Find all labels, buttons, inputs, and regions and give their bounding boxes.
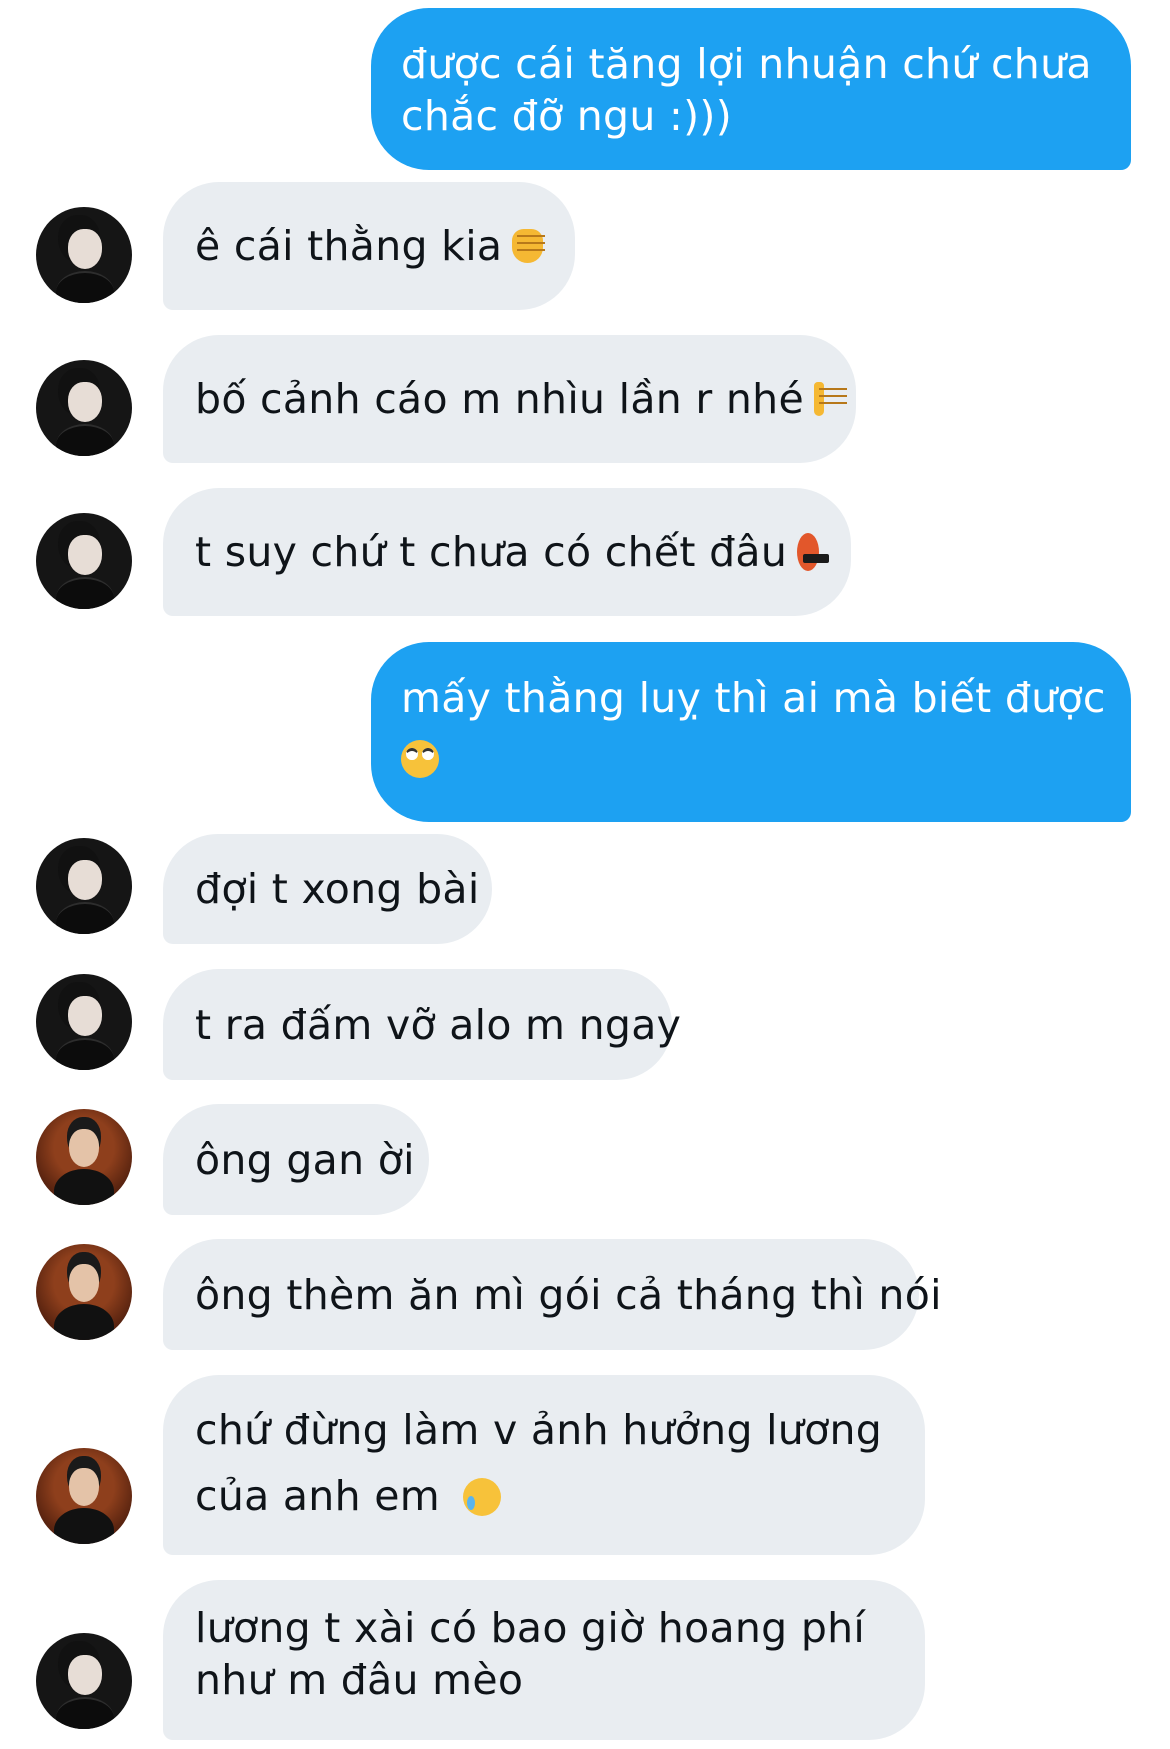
user-a-avatar[interactable]	[36, 513, 132, 609]
crying-face-emoji	[463, 1478, 502, 1516]
user-b-avatar[interactable]	[36, 1448, 132, 1544]
message-text: chắc đỡ ngu :)))	[401, 92, 732, 140]
user-a-avatar[interactable]	[36, 838, 132, 934]
backhand-index-pointing-left-emoji	[512, 229, 545, 263]
user-b-avatar[interactable]	[36, 1244, 132, 1340]
message-text: ê cái thằng kia	[195, 222, 503, 270]
oncoming-fist-emoji	[813, 382, 848, 416]
outgoing-message[interactable]: được cái tăng lợi nhuận chứ chưa chắc đỡ…	[371, 8, 1131, 170]
message-text: t ra đấm vỡ alo m ngay	[195, 1000, 682, 1049]
incoming-message[interactable]: lương t xài có bao giờ hoang phí như m đ…	[163, 1580, 925, 1740]
message-text: của anh em	[195, 1472, 440, 1520]
message-text: được cái tăng lợi nhuận chứ chưa	[401, 40, 1092, 88]
user-a-avatar[interactable]	[36, 974, 132, 1070]
incoming-message[interactable]: t ra đấm vỡ alo m ngay	[163, 969, 681, 1080]
outgoing-message[interactable]: mấy thằng luỵ thì ai mà biết được	[371, 642, 1131, 822]
message-text: đợi t xong bài	[195, 865, 480, 913]
incoming-message[interactable]: t suy chứ t chưa có chết đâu	[163, 488, 851, 616]
message-text: ông thèm ăn mì gói cả tháng thì nói	[195, 1270, 942, 1319]
message-text: lương t xài có bao giờ hoang phí	[195, 1604, 866, 1652]
message-text: chứ đừng làm v ảnh hưởng lương	[195, 1406, 883, 1454]
incoming-message[interactable]: ông gan ời	[163, 1104, 429, 1215]
message-text: ông gan ời	[195, 1135, 415, 1184]
user-a-avatar[interactable]	[36, 1633, 132, 1729]
user-a-avatar[interactable]	[36, 207, 132, 303]
user-a-avatar[interactable]	[36, 360, 132, 456]
conversation-thread: được cái tăng lợi nhuận chứ chưa chắc đỡ…	[0, 0, 1170, 1749]
message-text: mấy thằng luỵ thì ai mà biết được	[401, 674, 1106, 722]
incoming-message[interactable]: bố cảnh cáo m nhìu lần r nhé	[163, 335, 856, 463]
message-text: bố cảnh cáo m nhìu lần r nhé	[195, 375, 804, 423]
incoming-message[interactable]: ông thèm ăn mì gói cả tháng thì nói	[163, 1239, 942, 1350]
message-text: t suy chứ t chưa có chết đâu	[195, 528, 788, 576]
face-with-rolling-eyes-emoji	[401, 740, 439, 778]
message-text: như m đâu mèo	[195, 1656, 524, 1704]
incoming-message[interactable]: chứ đừng làm v ảnh hưởng lương của anh e…	[163, 1375, 925, 1555]
face-with-symbols-on-mouth-emoji	[797, 533, 829, 571]
incoming-message[interactable]: đợi t xong bài	[163, 834, 492, 944]
user-b-avatar[interactable]	[36, 1109, 132, 1205]
incoming-message[interactable]: ê cái thằng kia	[163, 182, 575, 310]
